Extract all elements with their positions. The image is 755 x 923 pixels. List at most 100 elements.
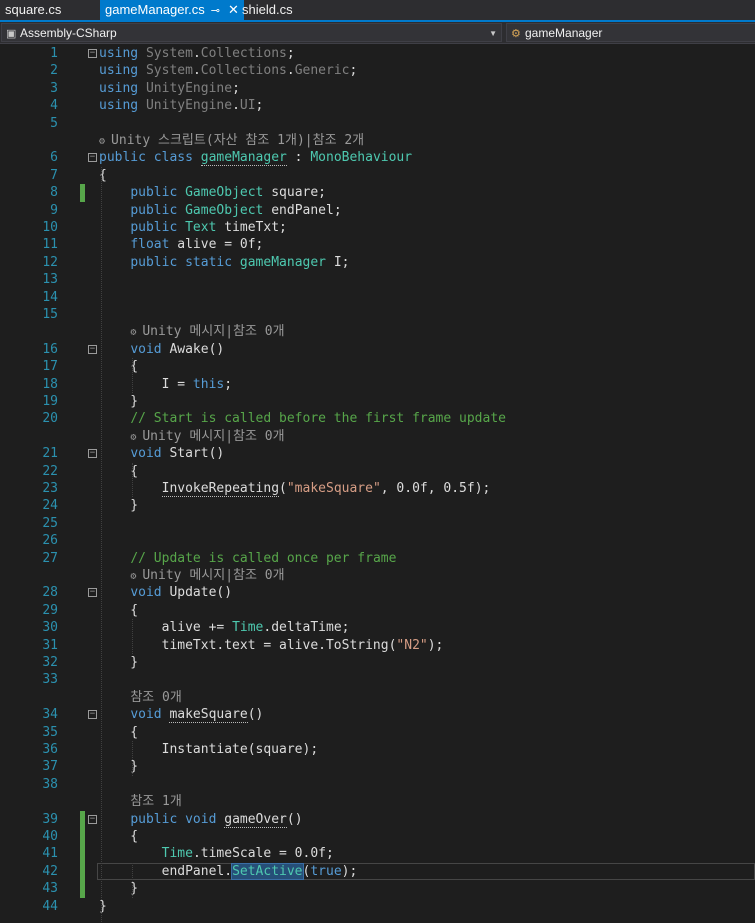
indent-guide xyxy=(132,619,133,654)
code-line[interactable]: 27 // Update is called once per frame xyxy=(0,550,755,567)
collapse-icon[interactable]: − xyxy=(88,710,97,720)
change-marker xyxy=(80,810,85,828)
codelens-row: ⚙ Unity 메시지|참조 0개 xyxy=(0,567,755,584)
code-line[interactable]: 11 float alive = 0f; xyxy=(0,236,755,253)
project-dropdown[interactable]: ▣ Assembly-CSharp ▼ xyxy=(1,23,502,42)
project-name: Assembly-CSharp xyxy=(20,26,117,40)
code-text: InvokeRepeating("makeSquare", 0.0f, 0.5f… xyxy=(161,481,491,497)
code-line[interactable]: 40 { xyxy=(0,828,755,846)
code-line[interactable]: 8 public GameObject square; xyxy=(0,184,755,202)
code-line[interactable]: 12 public static gameManager I; xyxy=(0,254,755,271)
code-line[interactable]: 17 { xyxy=(0,358,755,375)
collapse-icon[interactable]: − xyxy=(88,153,97,163)
collapse-icon[interactable]: − xyxy=(88,344,97,354)
code-line[interactable]: 41 Time.timeScale = 0.0f; xyxy=(0,845,755,863)
codelens-reference-info[interactable]: ⚙ Unity 메시지|참조 0개 xyxy=(99,323,284,341)
code-line[interactable]: 33 xyxy=(0,671,755,688)
code-text: void makeSquare() xyxy=(130,707,264,724)
code-line[interactable]: 15 xyxy=(0,306,755,323)
code-line[interactable]: 21 − void Start() xyxy=(0,445,755,462)
codelens-row: ⚙ Unity 메시지|참조 0개 xyxy=(0,428,755,445)
line-number: 39 xyxy=(42,811,58,827)
code-line[interactable]: 30 alive += Time.deltaTime; xyxy=(0,619,755,636)
line-number: 35 xyxy=(42,724,58,740)
code-editor[interactable]: 1− using System.Collections; 2 using System… xyxy=(0,44,755,923)
code-line[interactable]: 34 − void makeSquare() xyxy=(0,706,755,724)
code-line[interactable]: 29 { xyxy=(0,602,755,619)
collapse-icon[interactable]: − xyxy=(88,814,97,824)
codelens-reference-info[interactable]: ⚙ Unity 메시지|참조 0개 xyxy=(99,428,284,446)
code-line[interactable]: 37 } xyxy=(0,758,755,775)
code-line[interactable]: 19 } xyxy=(0,393,755,410)
code-line[interactable]: 42 endPanel.SetActive(true); xyxy=(0,862,755,881)
code-line[interactable]: 38 xyxy=(0,776,755,793)
line-number: 30 xyxy=(42,620,58,636)
line-number: 9 xyxy=(50,202,58,218)
code-line[interactable]: 43 } xyxy=(0,880,755,898)
tab-square-cs[interactable]: square.cs xyxy=(0,0,66,20)
code-text: public Text timeTxt; xyxy=(130,220,287,235)
code-line[interactable]: 14 xyxy=(0,289,755,306)
code-line[interactable]: 25 xyxy=(0,515,755,532)
code-text: I = this; xyxy=(99,376,233,392)
code-text: endPanel.SetActive(true); xyxy=(99,862,358,880)
code-line[interactable]: 5 xyxy=(0,115,755,132)
code-line[interactable]: 4 using UnityEngine.UI; xyxy=(0,97,755,114)
code-line[interactable]: 7{ xyxy=(0,167,755,184)
codelens-text: Unity 메시지|참조 0개 xyxy=(142,568,285,583)
line-number: 22 xyxy=(42,463,58,479)
code-line[interactable]: 9 public GameObject endPanel; xyxy=(0,202,755,219)
code-line[interactable]: 24 } xyxy=(0,497,755,514)
collapse-icon[interactable]: − xyxy=(88,49,97,58)
codelens-reference-info[interactable]: 참조 1개 xyxy=(99,793,182,810)
line-number: 38 xyxy=(42,776,58,792)
document-tab-bar: square.cs gameManager.cs ⊸ ✕ shield.cs xyxy=(0,0,755,22)
member-dropdown[interactable]: ⚙ gameManager xyxy=(506,23,755,42)
codelens-text: 참조 0개 xyxy=(130,689,182,705)
code-line[interactable]: 16 − void Awake() xyxy=(0,341,755,358)
line-number: 26 xyxy=(42,533,58,549)
code-line[interactable]: 39 − public void gameOver() xyxy=(0,810,755,828)
code-line[interactable]: 28 − void Update() xyxy=(0,584,755,601)
code-line[interactable]: 1 − using System.Collections; xyxy=(0,45,755,62)
codelens-text: Unity 스크립트(자산 참조 1개)|참조 2개 xyxy=(111,133,365,148)
tab-gamemanager-cs[interactable]: gameManager.cs ⊸ ✕ xyxy=(100,0,244,20)
line-number: 8 xyxy=(50,185,58,201)
collapse-icon[interactable]: − xyxy=(88,588,97,598)
codelens-reference-info[interactable]: ⚙ Unity 메시지|참조 0개 xyxy=(99,567,285,585)
line-number: 1 xyxy=(50,46,58,61)
code-line[interactable]: 23 InvokeRepeating("makeSquare", 0.0f, 0… xyxy=(0,480,755,497)
code-line[interactable]: 20 // Start is called before the first f… xyxy=(0,410,755,427)
line-number: 28 xyxy=(42,585,58,601)
code-line[interactable]: 31 timeTxt.text = alive.ToString("N2"); xyxy=(0,637,755,654)
codelens-text: 참조 1개 xyxy=(130,794,182,810)
code-line[interactable]: 26 xyxy=(0,532,755,549)
code-text: using System.Collections.Generic; xyxy=(99,63,358,79)
code-text: public static gameManager I; xyxy=(130,254,350,270)
code-text: using UnityEngine; xyxy=(99,80,240,96)
code-line[interactable]: 22 { xyxy=(0,463,755,480)
code-text: timeTxt.text = alive.ToString("N2"); xyxy=(99,637,444,653)
indent-guide xyxy=(101,166,102,923)
line-number: 44 xyxy=(42,898,58,914)
line-number: 15 xyxy=(42,307,58,322)
code-line[interactable]: 3 using UnityEngine; xyxy=(0,80,755,97)
pin-icon[interactable]: ⊸ xyxy=(211,5,220,17)
code-line[interactable]: 36 Instantiate(square); xyxy=(0,741,755,758)
tab-shield-cs[interactable]: shield.cs xyxy=(237,0,298,20)
codelens-row: ⚙ Unity 스크립트(자산 참조 1개)|참조 2개 xyxy=(0,132,755,149)
codelens-reference-info[interactable]: ⚙ Unity 스크립트(자산 참조 1개)|참조 2개 xyxy=(99,132,364,150)
collapse-icon[interactable]: − xyxy=(88,449,97,459)
navigation-bar: ▣ Assembly-CSharp ▼ ⚙ gameManager xyxy=(0,22,755,44)
line-number: 42 xyxy=(42,863,58,879)
code-line[interactable]: 13 xyxy=(0,271,755,288)
code-line[interactable]: 6 − public class gameManager : MonoBehavio… xyxy=(0,149,755,167)
codelens-reference-info[interactable]: 참조 0개 xyxy=(99,689,182,706)
code-line[interactable]: 35 { xyxy=(0,724,755,741)
code-line[interactable]: 44} xyxy=(0,898,755,915)
code-line[interactable]: 32 } xyxy=(0,654,755,671)
code-line[interactable]: 10 public Text timeTxt; xyxy=(0,219,755,236)
code-line[interactable]: 18 I = this; xyxy=(0,376,755,393)
unity-gear-icon: ⚙ xyxy=(130,431,143,443)
code-line[interactable]: 2 using System.Collections.Generic; xyxy=(0,62,755,79)
